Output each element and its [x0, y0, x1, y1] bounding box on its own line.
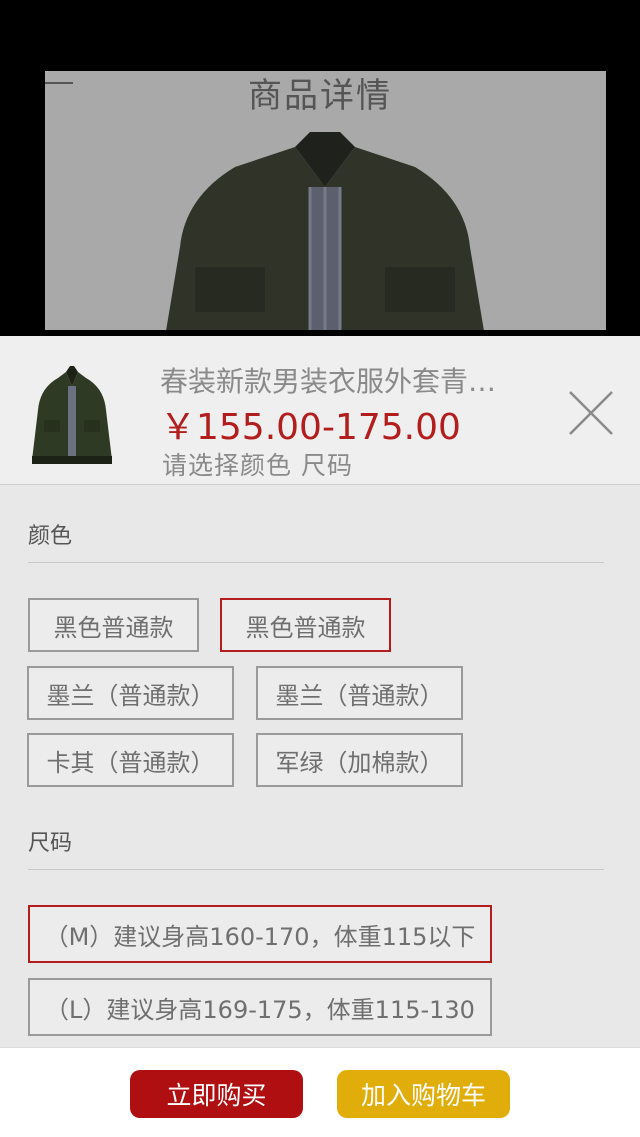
buy-now-button[interactable]: 立即购买	[130, 1070, 303, 1118]
product-thumbnail	[32, 366, 112, 464]
product-price: ￥155.00-175.00	[160, 407, 461, 448]
size-option-m[interactable]: （M）建议身高160-170，体重115以下	[28, 905, 492, 963]
background-jacket-image	[166, 132, 484, 330]
size-section-label: 尺码	[28, 831, 73, 856]
color-option-navy-2[interactable]: 墨兰（普通款）	[256, 666, 463, 720]
background-page-title: 商品详情	[248, 76, 392, 116]
color-option-navy-1[interactable]: 墨兰（普通款）	[27, 666, 234, 720]
color-divider	[28, 562, 604, 563]
color-option-black-2[interactable]: 黑色普通款	[220, 598, 391, 652]
color-section-label: 颜色	[28, 524, 73, 549]
color-option-black-1[interactable]: 黑色普通款	[28, 598, 199, 652]
selection-hint: 请选择颜色 尺码	[162, 451, 353, 480]
sku-selector-sheet: 春装新款男装衣服外套青… ￥155.00-175.00 请选择颜色 尺码 颜色 …	[0, 336, 640, 1136]
color-option-khaki[interactable]: 卡其（普通款）	[27, 733, 234, 787]
size-option-l[interactable]: （L）建议身高169-175，体重115-130	[28, 978, 492, 1036]
product-title: 春装新款男装衣服外套青…	[160, 365, 497, 398]
background-overlay: 商品详情	[0, 0, 640, 336]
product-summary: 春装新款男装衣服外套青… ￥155.00-175.00 请选择颜色 尺码	[0, 336, 640, 485]
color-option-army-green[interactable]: 军绿（加棉款）	[256, 733, 463, 787]
add-to-cart-button[interactable]: 加入购物车	[337, 1070, 510, 1118]
size-divider	[28, 869, 604, 870]
close-icon[interactable]	[566, 388, 616, 438]
action-bar: 立即购买 加入购物车	[0, 1047, 640, 1137]
